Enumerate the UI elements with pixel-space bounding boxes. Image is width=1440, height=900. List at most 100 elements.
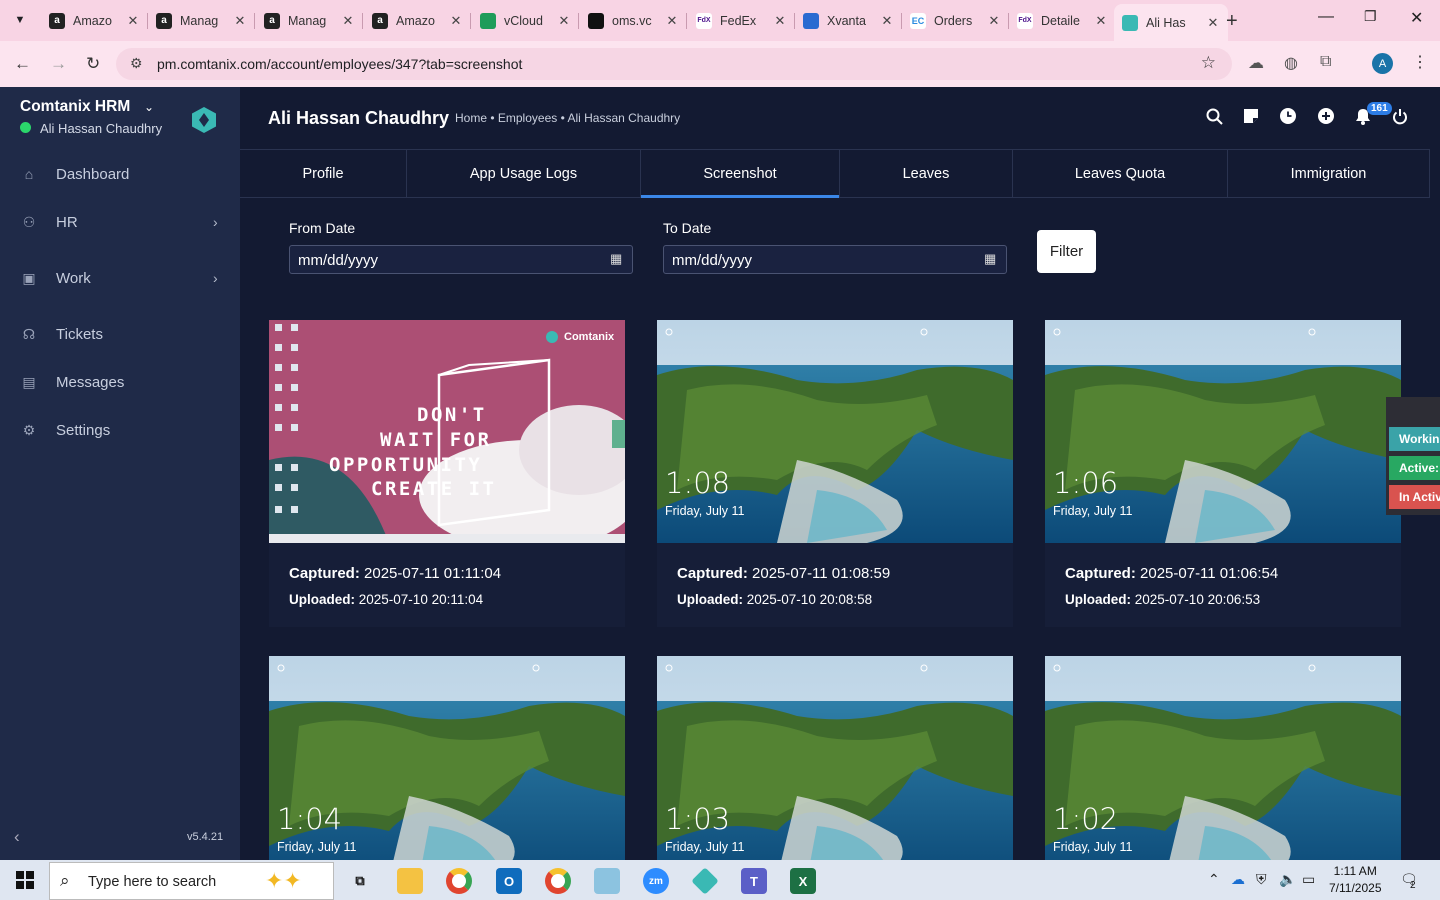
bookmark-star-icon[interactable]: ☆	[1201, 53, 1216, 73]
close-tab-icon[interactable]: ✕	[880, 13, 894, 29]
chevron-down-icon[interactable]: ⌄	[144, 100, 154, 114]
forward-icon[interactable]: →	[50, 54, 67, 74]
site-info-icon[interactable]: ⚙	[130, 55, 143, 72]
sidebar-item-hr[interactable]: ⚇ HR ›	[0, 202, 240, 242]
breadcrumb[interactable]: Home • Employees • Ali Hassan Chaudhry	[455, 111, 680, 125]
close-tab-icon[interactable]: ✕	[987, 13, 1001, 29]
browser-tab[interactable]: a Manag ✕	[148, 5, 255, 36]
chrome-icon[interactable]	[446, 868, 472, 894]
close-tab-icon[interactable]: ✕	[233, 13, 247, 29]
screenshot-card[interactable]: 1:08 Friday, July 11 Captured: 2025-07-11 …	[657, 320, 1013, 627]
screenshot-card[interactable]: Comtanix DON'T WAIT FOR OPPORTUNITY CREATE I…	[269, 320, 625, 627]
power-icon[interactable]	[1392, 108, 1408, 130]
calendar-icon[interactable]: ▦	[610, 251, 622, 267]
close-tab-icon[interactable]: ✕	[665, 13, 679, 29]
chrome-profile-icon[interactable]	[545, 868, 571, 894]
add-circle-icon[interactable]	[1318, 108, 1334, 129]
zoom-icon[interactable]: zm	[643, 868, 669, 894]
tab-leaves[interactable]: Leaves	[840, 150, 1013, 197]
brand-name[interactable]: Comtanix HRM	[20, 98, 130, 116]
close-tab-icon[interactable]: ✕	[126, 13, 140, 29]
screenshot-thumbnail[interactable]: 1:08 Friday, July 11	[657, 320, 1013, 543]
outlook-icon[interactable]: O	[496, 868, 522, 894]
collapse-sidebar-icon[interactable]: ‹	[14, 827, 20, 847]
screenshot-thumbnail[interactable]: Comtanix DON'T WAIT FOR OPPORTUNITY CREATE I…	[269, 320, 625, 543]
from-date-input[interactable]: mm/dd/yyyy	[289, 245, 633, 274]
network-icon[interactable]: ▭	[1302, 871, 1315, 888]
app-icon[interactable]	[594, 868, 620, 894]
status-tab[interactable]: Active:	[1389, 456, 1440, 480]
tray-chevron-icon[interactable]: ⌃	[1208, 871, 1220, 888]
task-view-icon[interactable]: ⧉	[347, 868, 373, 894]
close-tab-icon[interactable]: ✕	[557, 13, 571, 29]
browser-tab[interactable]: EC Orders ✕	[902, 5, 1009, 36]
taskbar-search-placeholder: Type here to search	[88, 874, 217, 890]
filter-button[interactable]: Filter	[1037, 230, 1096, 273]
calendar-icon[interactable]: ▦	[984, 251, 996, 267]
tab-profile[interactable]: Profile	[240, 150, 407, 197]
browser-tab[interactable]: oms.vc ✕	[580, 5, 687, 36]
teams-icon[interactable]: T	[741, 868, 767, 894]
windows-start-icon[interactable]	[16, 871, 34, 889]
tab-leaves-quota[interactable]: Leaves Quota	[1013, 150, 1228, 197]
sidebar-item-settings[interactable]: ⚙ Settings	[0, 410, 240, 450]
screenshot-card[interactable]: 1:06 Friday, July 11 Captured: 2025-07-11 …	[1045, 320, 1401, 627]
browser-tab[interactable]: a Amazo ✕	[41, 5, 148, 36]
url-text[interactable]: pm.comtanix.com/account/employees/347?ta…	[157, 56, 522, 72]
volume-icon[interactable]: 🔈	[1279, 871, 1296, 888]
to-date-input[interactable]: mm/dd/yyyy	[663, 245, 1007, 274]
translate-icon[interactable]: ◍	[1284, 53, 1298, 73]
close-tab-icon[interactable]: ✕	[449, 13, 463, 29]
sidebar-item-work[interactable]: ▣ Work ›	[0, 258, 240, 298]
screenshot-thumbnail[interactable]: 1:02 Friday, July 11	[1045, 656, 1401, 879]
home-icon: ⌂	[24, 166, 34, 182]
tab-app-usage-logs[interactable]: App Usage Logs	[407, 150, 641, 197]
taskbar-clock[interactable]: 1:11 AM 7/11/2025	[1329, 863, 1382, 897]
sidebar-item-dashboard[interactable]: ⌂ Dashboard	[0, 154, 240, 194]
screenshot-thumbnail[interactable]: 1:06 Friday, July 11	[1045, 320, 1401, 543]
browser-tab[interactable]: FdX FedEx ✕	[688, 5, 795, 36]
tab-immigration[interactable]: Immigration	[1228, 150, 1430, 197]
reload-icon[interactable]: ↻	[86, 54, 100, 74]
new-tab-button[interactable]: +	[1226, 10, 1238, 33]
close-tab-icon[interactable]: ✕	[1094, 13, 1108, 29]
close-window-icon[interactable]: ✕	[1410, 8, 1423, 28]
browser-tab[interactable]: Ali Has ✕	[1114, 4, 1228, 41]
close-tab-icon[interactable]: ✕	[773, 13, 787, 29]
excel-icon[interactable]: X	[790, 868, 816, 894]
tab-search-chevron-icon[interactable]: ▼	[8, 8, 32, 32]
browser-menu-icon[interactable]: ⋮	[1412, 52, 1428, 72]
profile-avatar[interactable]: A	[1372, 53, 1393, 74]
restore-icon[interactable]: ❐	[1364, 8, 1377, 25]
file-explorer-icon[interactable]	[397, 868, 423, 894]
browser-tab[interactable]: a Amazo ✕	[364, 5, 471, 36]
comtanix-logo-icon	[192, 107, 216, 133]
browser-tab[interactable]: FdX Detaile ✕	[1009, 5, 1116, 36]
minimize-icon[interactable]: —	[1318, 8, 1334, 26]
screenshot-card[interactable]: 1:03 Friday, July 11	[657, 656, 1013, 879]
onedrive-icon[interactable]: ☁	[1231, 871, 1245, 888]
sidebar-item-tickets[interactable]: ☊ Tickets	[0, 314, 240, 354]
screenshot-card[interactable]: 1:02 Friday, July 11	[1045, 656, 1401, 879]
search-icon[interactable]	[1206, 108, 1223, 130]
url-omnibox[interactable]: ⚙ pm.comtanix.com/account/employees/347?…	[116, 48, 1232, 80]
taskbar-search-box[interactable]: ⌕ Type here to search ✦✦	[49, 862, 334, 900]
browser-tab[interactable]: Xvanta ✕	[795, 5, 902, 36]
puzzle-icon[interactable]: ⧉	[1320, 53, 1331, 71]
status-tab[interactable]: Workin	[1389, 427, 1440, 451]
screenshot-thumbnail[interactable]: 1:04 Friday, July 11	[269, 656, 625, 879]
extension-icon[interactable]: ☁	[1248, 53, 1264, 73]
tab-screenshot[interactable]: Screenshot	[641, 150, 840, 198]
screenshot-thumbnail[interactable]: 1:03 Friday, July 11	[657, 656, 1013, 879]
security-icon[interactable]: ⛨	[1256, 871, 1267, 888]
close-tab-icon[interactable]: ✕	[341, 13, 355, 29]
back-icon[interactable]: ←	[14, 54, 31, 74]
sidebar-item-messages[interactable]: ▤ Messages	[0, 362, 240, 402]
clock-icon[interactable]	[1280, 108, 1296, 129]
browser-tab[interactable]: vCloud ✕	[472, 5, 579, 36]
status-tab[interactable]: In Activ	[1389, 485, 1440, 509]
note-icon[interactable]	[1243, 108, 1259, 129]
browser-tab[interactable]: a Manag ✕	[256, 5, 363, 36]
screenshot-card[interactable]: 1:04 Friday, July 11	[269, 656, 625, 879]
close-tab-icon[interactable]: ✕	[1206, 15, 1220, 31]
